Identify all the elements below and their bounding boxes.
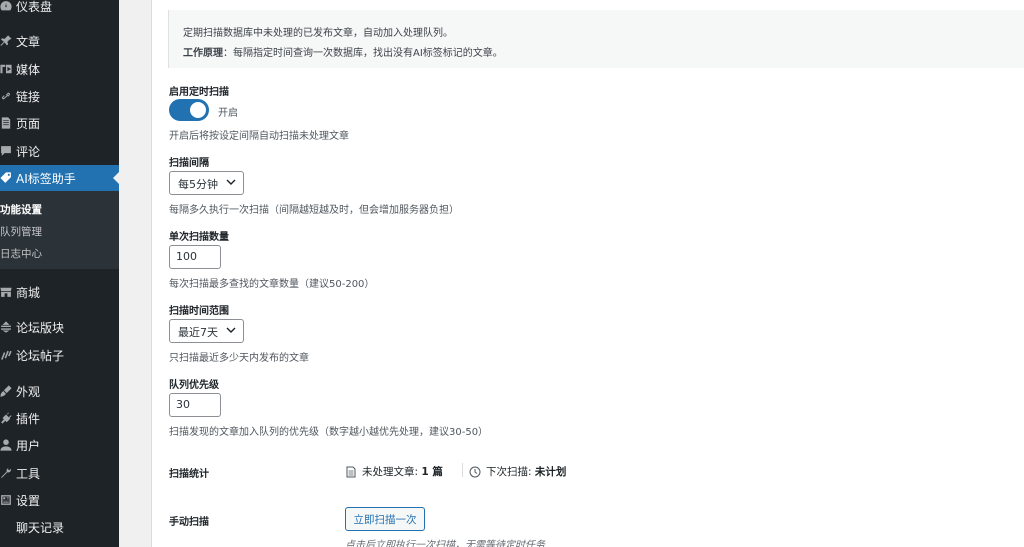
next-scan-stat-value: 未计划 bbox=[534, 466, 567, 478]
sidebar-item-media[interactable]: 媒体 bbox=[0, 56, 119, 82]
manual-scan-label: 手动扫描 bbox=[169, 517, 209, 528]
sidebar-item-pages[interactable]: 页面 bbox=[0, 110, 119, 136]
enable-scan-state: 开启 bbox=[218, 108, 238, 119]
sidebar-item-label: 插件 bbox=[16, 411, 41, 426]
batch-size-label: 单次扫描数量 bbox=[169, 232, 229, 243]
interval-desc: 每隔多久执行一次扫描（间隔越短越及时，但会增加服务器负担） bbox=[169, 205, 459, 216]
sidebar-item-label: 论坛帖子 bbox=[16, 348, 65, 363]
sidebar-item-settings[interactable]: 设置 bbox=[0, 487, 119, 513]
enable-scan-toggle[interactable] bbox=[169, 99, 209, 121]
admin-sidebar: 仪表盘 文章 媒体 链接 页面 评论 AI标签助手 功能设置 队列管理 日志中心… bbox=[0, 0, 119, 547]
sidebar-item-label: 仪表盘 bbox=[16, 0, 53, 14]
sidebar-item-label: 媒体 bbox=[16, 62, 41, 77]
sidebar-submenu: 功能设置 队列管理 日志中心 bbox=[0, 191, 119, 269]
sidebar-item-ai-tag-assistant[interactable]: AI标签助手 bbox=[0, 165, 119, 191]
enable-scan-desc: 开启后将按设定间隔自动扫描未处理文章 bbox=[169, 131, 349, 142]
sidebar-item-label: 聊天记录 bbox=[16, 520, 65, 535]
queue-priority-label: 队列优先级 bbox=[169, 380, 219, 391]
pin-icon bbox=[0, 34, 16, 48]
settings-icon bbox=[0, 493, 16, 507]
notice-line-2-label: 工作原理 bbox=[183, 48, 223, 59]
scan-now-button[interactable]: 立即扫描一次 bbox=[345, 507, 425, 531]
sidebar-item-label: 链接 bbox=[16, 89, 41, 104]
interval-label: 扫描间隔 bbox=[169, 158, 209, 169]
time-range-desc: 只扫描最近多少天内发布的文章 bbox=[169, 353, 309, 364]
sidebar-item-chat-log[interactable]: 聊天记录 bbox=[0, 514, 119, 540]
sidebar-item-label: 论坛版块 bbox=[16, 320, 65, 335]
sidebar-item-label: 页面 bbox=[16, 116, 41, 131]
unprocessed-stat-label: 未处理文章: bbox=[362, 466, 419, 478]
user-icon bbox=[0, 438, 16, 452]
sidebar-item-comments[interactable]: 评论 bbox=[0, 138, 119, 164]
plugin-icon bbox=[0, 411, 16, 425]
link-icon bbox=[0, 89, 16, 103]
sidebar-item-store[interactable]: 商城 bbox=[0, 279, 119, 305]
sidebar-item-label: AI标签助手 bbox=[16, 171, 76, 186]
main-content: 定期扫描数据库中未处理的已发布文章，自动加入处理队列。 工作原理：每隔指定时间查… bbox=[119, 0, 1024, 547]
enable-scan-label: 启用定时扫描 bbox=[169, 87, 229, 98]
sidebar-item-plugins[interactable]: 插件 bbox=[0, 405, 119, 431]
sidebar-item-label: 用户 bbox=[16, 438, 41, 453]
next-scan-stat-label: 下次扫描: bbox=[486, 466, 532, 478]
sidebar-item-forum-boards[interactable]: 论坛版块 bbox=[0, 314, 119, 340]
submenu-item-settings[interactable]: 功能设置 bbox=[0, 202, 42, 217]
store-icon bbox=[0, 285, 16, 299]
queue-priority-input[interactable]: 30 bbox=[169, 393, 221, 417]
sidebar-item-dashboard[interactable]: 仪表盘 bbox=[0, 0, 119, 19]
settings-panel: 定期扫描数据库中未处理的已发布文章，自动加入处理队列。 工作原理：每隔指定时间查… bbox=[151, 0, 1024, 547]
forum-icon bbox=[0, 320, 16, 334]
manual-scan-hint: 点击后立即执行一次扫描，无需等待定时任务 bbox=[345, 540, 545, 547]
time-range-select-value: 最近7天 bbox=[178, 326, 218, 339]
sidebar-item-links[interactable]: 链接 bbox=[0, 83, 119, 109]
notice-line-2-text: ：每隔指定时间查询一次数据库，找出没有AI标签标记的文章。 bbox=[223, 48, 503, 59]
scan-stats-label: 扫描统计 bbox=[169, 469, 209, 480]
stat-divider bbox=[462, 463, 463, 477]
sidebar-item-users[interactable]: 用户 bbox=[0, 432, 119, 458]
unprocessed-stat: 未处理文章: 1 篇 bbox=[345, 464, 443, 479]
sidebar-item-appearance[interactable]: 外观 bbox=[0, 378, 119, 404]
chevron-down-icon bbox=[226, 327, 236, 333]
sidebar-item-label: 商城 bbox=[16, 285, 41, 300]
submenu-item-logs[interactable]: 日志中心 bbox=[0, 246, 42, 261]
sidebar-item-label: 评论 bbox=[16, 144, 41, 159]
time-range-select[interactable]: 最近7天 bbox=[169, 319, 244, 343]
submenu-item-queue[interactable]: 队列管理 bbox=[0, 224, 42, 239]
document-icon bbox=[346, 466, 356, 477]
tag-icon bbox=[0, 171, 16, 185]
page-icon bbox=[0, 116, 16, 130]
queue-priority-desc: 扫描发现的文章加入队列的优先级（数字越小越优先处理，建议30-50） bbox=[169, 427, 489, 438]
next-scan-stat: 下次扫描: 未计划 bbox=[469, 464, 566, 479]
wrench-icon bbox=[0, 466, 16, 480]
clock-icon bbox=[469, 466, 481, 477]
sidebar-item-label: 工具 bbox=[16, 466, 41, 481]
sidebar-item-label: 外观 bbox=[16, 384, 41, 399]
dashboard-icon bbox=[0, 0, 16, 13]
sidebar-item-posts[interactable]: 文章 bbox=[0, 28, 119, 54]
forum-post-icon bbox=[0, 348, 16, 362]
info-notice: 定期扫描数据库中未处理的已发布文章，自动加入处理队列。 工作原理：每隔指定时间查… bbox=[168, 10, 1024, 68]
notice-line-1: 定期扫描数据库中未处理的已发布文章，自动加入处理队列。 bbox=[183, 28, 453, 39]
interval-select[interactable]: 每5分钟 bbox=[169, 171, 244, 195]
unprocessed-stat-value: 1 篇 bbox=[421, 466, 443, 478]
batch-size-input[interactable]: 100 bbox=[169, 245, 221, 269]
sidebar-item-tools[interactable]: 工具 bbox=[0, 460, 119, 486]
time-range-label: 扫描时间范围 bbox=[169, 306, 229, 317]
chevron-down-icon bbox=[226, 179, 236, 185]
comment-icon bbox=[0, 144, 16, 158]
toggle-knob bbox=[190, 102, 206, 118]
sidebar-item-label: 设置 bbox=[16, 493, 41, 508]
notice-line-2: 工作原理：每隔指定时间查询一次数据库，找出没有AI标签标记的文章。 bbox=[183, 44, 1014, 64]
media-icon bbox=[0, 62, 16, 76]
interval-select-value: 每5分钟 bbox=[178, 178, 218, 191]
batch-size-desc: 每次扫描最多查找的文章数量（建议50-200） bbox=[169, 279, 375, 290]
appearance-icon bbox=[0, 384, 16, 398]
sidebar-item-forum-posts[interactable]: 论坛帖子 bbox=[0, 342, 119, 368]
sidebar-item-label: 文章 bbox=[16, 34, 41, 49]
